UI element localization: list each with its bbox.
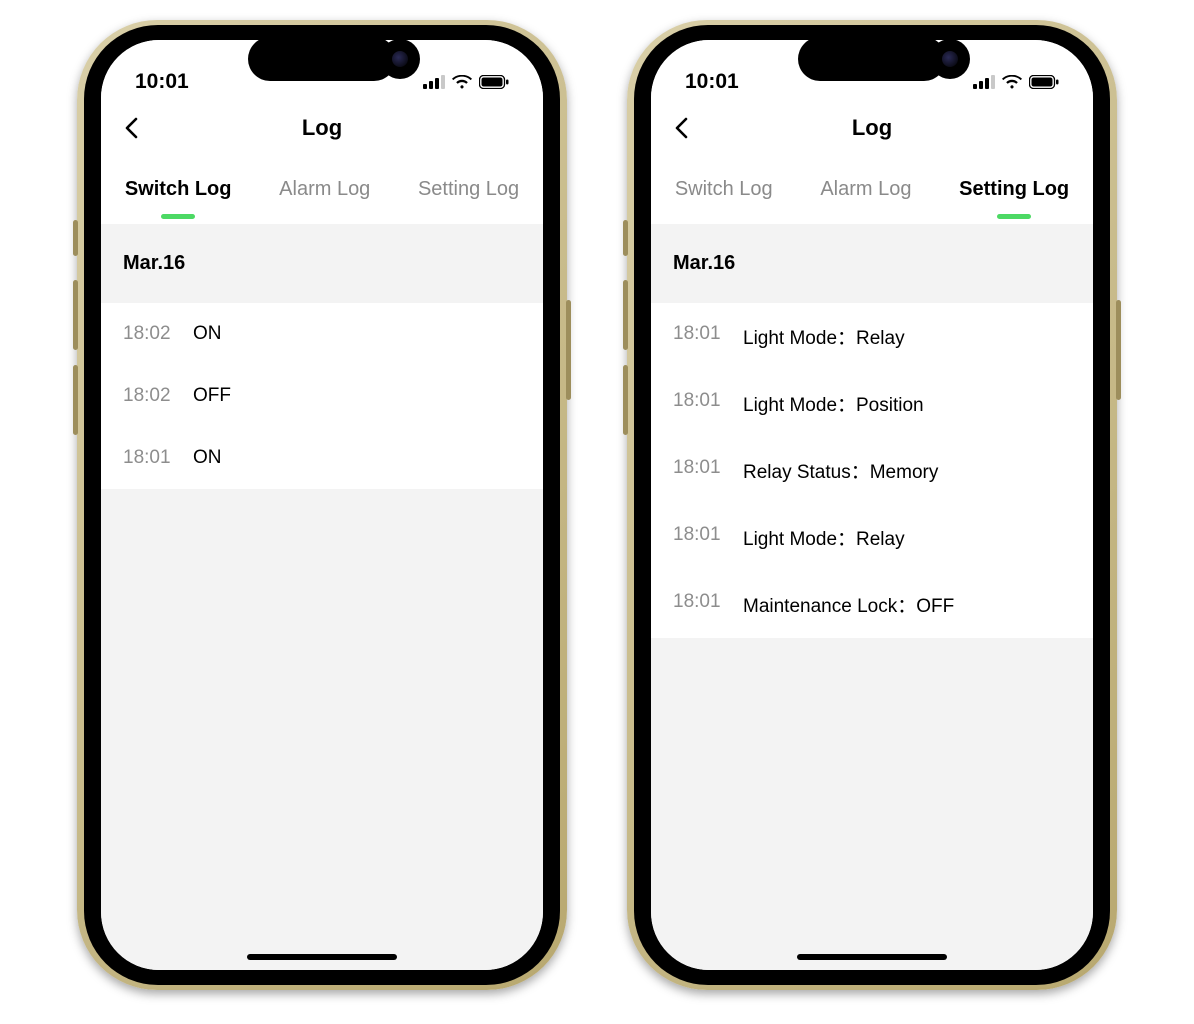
nav-bar: Log (651, 102, 1093, 154)
battery-icon (479, 75, 509, 89)
wifi-icon (1002, 75, 1022, 89)
log-text: ON (193, 447, 222, 469)
front-camera (380, 39, 420, 79)
log-time: 18:01 (673, 390, 725, 417)
back-button[interactable] (661, 108, 701, 148)
log-text: Light Mode：Position (743, 390, 924, 417)
power-button (1116, 300, 1121, 400)
empty-area (101, 489, 543, 970)
log-row: 18:01 Light Mode：Position (651, 370, 1093, 437)
log-list: 18:01 Light Mode：Relay 18:01 Light Mode：… (651, 303, 1093, 638)
log-time: 18:01 (123, 447, 175, 469)
tab-switch-log[interactable]: Switch Log (121, 170, 236, 209)
volume-down-button (623, 365, 628, 435)
log-row: 18:02 OFF (101, 365, 543, 427)
screen: 10:01 Log Switch Log Alarm Log Setting L… (101, 40, 543, 970)
log-text: Relay Status：Memory (743, 457, 938, 484)
log-time: 18:01 (673, 524, 725, 551)
log-row: 18:02 ON (101, 303, 543, 365)
log-time: 18:02 (123, 385, 175, 407)
cellular-icon (973, 75, 995, 89)
log-row: 18:01 Maintenance Lock：OFF (651, 571, 1093, 638)
back-button[interactable] (111, 108, 151, 148)
dynamic-island (798, 37, 946, 81)
volume-up-button (73, 280, 78, 350)
date-header: Mar.16 (101, 224, 543, 303)
status-icons (423, 75, 509, 89)
page-title: Log (651, 115, 1093, 141)
screen: 10:01 Log Switch Log Alarm Log Setting L… (651, 40, 1093, 970)
log-text: Light Mode：Relay (743, 323, 905, 350)
log-text: ON (193, 323, 222, 345)
chevron-left-icon (124, 117, 138, 139)
side-button (623, 220, 628, 256)
date-header: Mar.16 (651, 224, 1093, 303)
phone-left: 10:01 Log Switch Log Alarm Log Setting L… (77, 20, 567, 990)
log-row: 18:01 Relay Status：Memory (651, 437, 1093, 504)
tabs: Switch Log Alarm Log Setting Log (101, 154, 543, 224)
dynamic-island (248, 37, 396, 81)
nav-bar: Log (101, 102, 543, 154)
log-row: 18:01 Light Mode：Relay (651, 504, 1093, 571)
status-time: 10:01 (135, 70, 189, 94)
log-row: 18:01 ON (101, 427, 543, 489)
volume-up-button (623, 280, 628, 350)
tab-alarm-log[interactable]: Alarm Log (275, 170, 374, 209)
log-row: 18:01 Light Mode：Relay (651, 303, 1093, 370)
log-time: 18:01 (673, 457, 725, 484)
power-button (566, 300, 571, 400)
tab-setting-log[interactable]: Setting Log (955, 170, 1073, 209)
side-button (73, 220, 78, 256)
tab-setting-log[interactable]: Setting Log (414, 170, 523, 209)
battery-icon (1029, 75, 1059, 89)
wifi-icon (452, 75, 472, 89)
tabs: Switch Log Alarm Log Setting Log (651, 154, 1093, 224)
empty-area (651, 638, 1093, 970)
log-time: 18:01 (673, 323, 725, 350)
chevron-left-icon (674, 117, 688, 139)
status-time: 10:01 (685, 70, 739, 94)
log-time: 18:02 (123, 323, 175, 345)
status-icons (973, 75, 1059, 89)
home-indicator[interactable] (797, 954, 947, 960)
log-text: Maintenance Lock：OFF (743, 591, 954, 618)
volume-down-button (73, 365, 78, 435)
page-title: Log (101, 115, 543, 141)
home-indicator[interactable] (247, 954, 397, 960)
tab-switch-log[interactable]: Switch Log (671, 170, 777, 209)
log-time: 18:01 (673, 591, 725, 618)
phone-right: 10:01 Log Switch Log Alarm Log Setting L… (627, 20, 1117, 990)
log-text: OFF (193, 385, 231, 407)
cellular-icon (423, 75, 445, 89)
front-camera (930, 39, 970, 79)
log-list: 18:02 ON 18:02 OFF 18:01 ON (101, 303, 543, 489)
tab-alarm-log[interactable]: Alarm Log (816, 170, 915, 209)
log-text: Light Mode：Relay (743, 524, 905, 551)
